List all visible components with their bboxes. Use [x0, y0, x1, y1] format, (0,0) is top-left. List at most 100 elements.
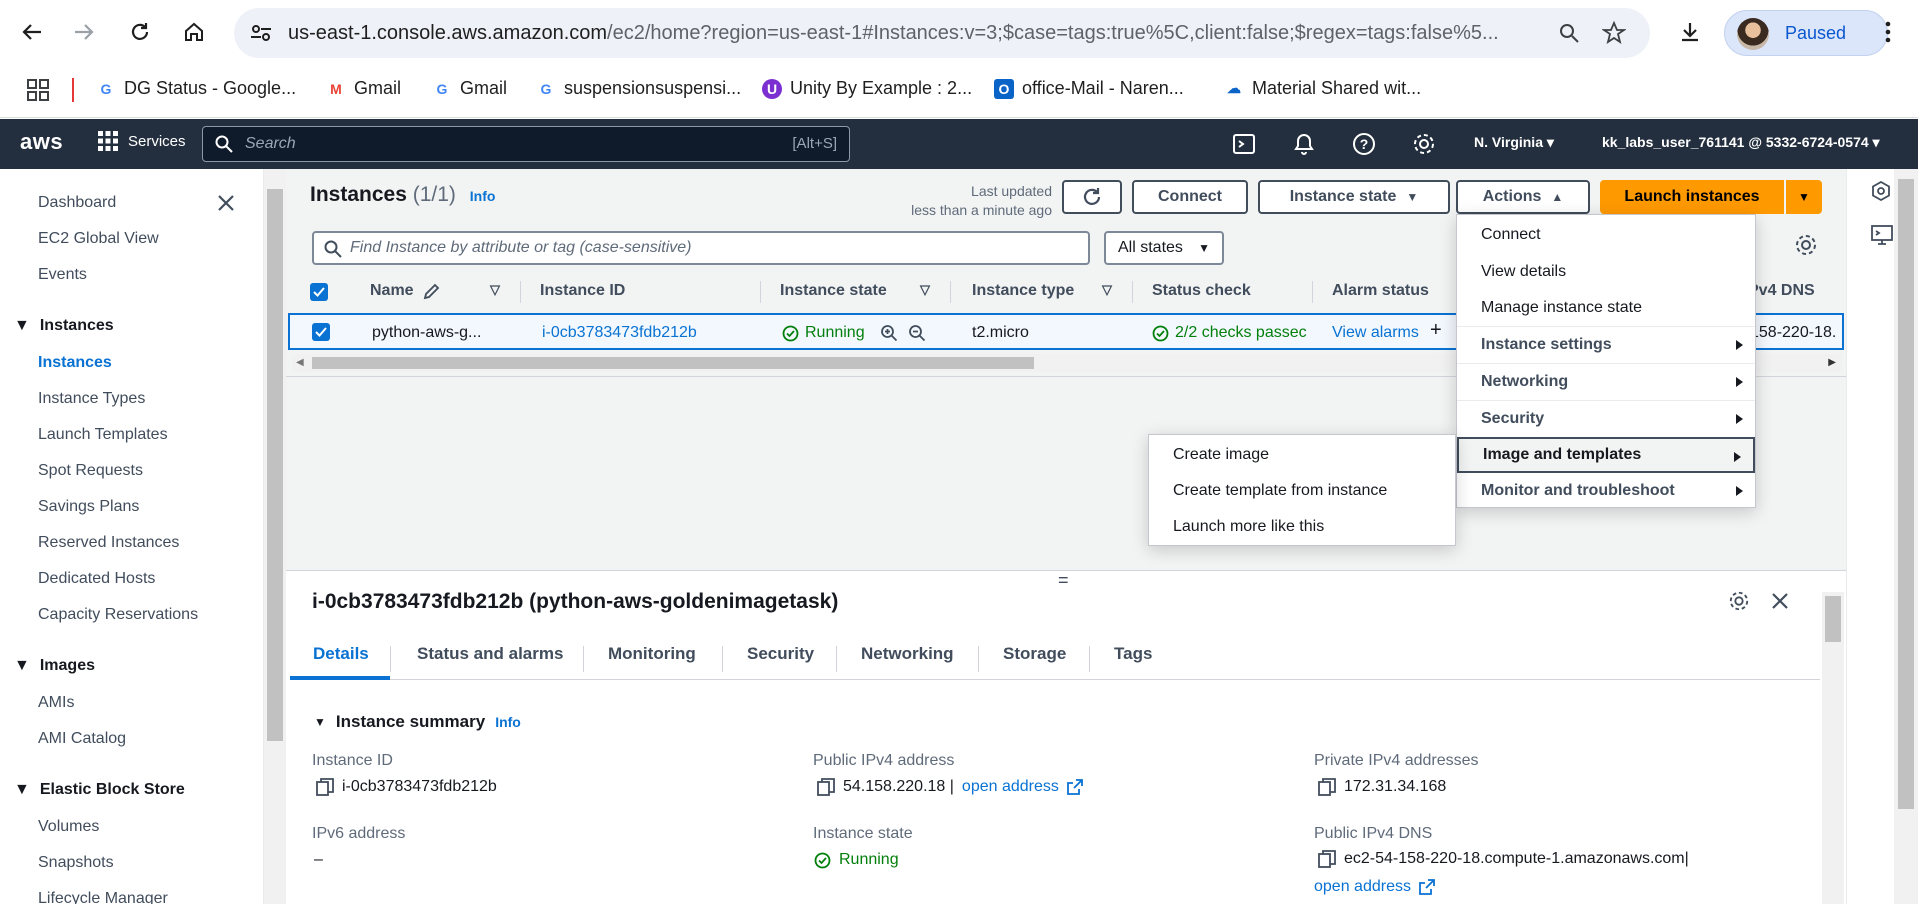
bell-icon[interactable] — [1292, 132, 1316, 156]
info-link[interactable]: Info — [495, 714, 521, 730]
menu-item-security[interactable]: Security — [1457, 401, 1755, 437]
menu-item-launch-more[interactable]: Launch more like this — [1149, 509, 1455, 545]
connect-button[interactable]: Connect — [1132, 180, 1248, 214]
resize-handle[interactable]: = — [1058, 570, 1069, 591]
sidebar-item-events[interactable]: Events — [38, 266, 87, 284]
address-bar[interactable]: us-east-1.console.aws.amazon.com/ec2/hom… — [234, 8, 1650, 58]
menu-item-create-image[interactable]: Create image — [1149, 437, 1455, 473]
menu-item-monitor[interactable]: Monitor and troubleshoot — [1457, 473, 1755, 509]
detail-scrollbar[interactable] — [1822, 592, 1844, 904]
tab-details[interactable]: Details — [313, 644, 369, 664]
menu-item-view-details[interactable]: View details — [1457, 254, 1755, 290]
tab-security[interactable]: Security — [747, 644, 814, 664]
tab-status-alarms[interactable]: Status and alarms — [417, 644, 563, 664]
sidebar-item-instances[interactable]: Instances — [38, 354, 112, 372]
hexagon-icon[interactable] — [1871, 181, 1891, 201]
tab-storage[interactable]: Storage — [1003, 644, 1066, 664]
aws-logo[interactable]: aws — [20, 129, 63, 155]
open-address-link-2[interactable]: open address — [1314, 878, 1435, 896]
zoom-icon[interactable] — [1558, 22, 1580, 44]
refresh-button[interactable] — [1062, 180, 1122, 214]
info-link[interactable]: Info — [470, 188, 496, 204]
open-address-link[interactable]: open address — [962, 778, 1059, 796]
sidebar-item-reserved-instances[interactable]: Reserved Instances — [38, 534, 179, 552]
services-menu[interactable]: Services — [98, 131, 186, 151]
row-checkbox[interactable] — [312, 323, 330, 341]
site-settings-icon[interactable] — [248, 20, 274, 46]
back-arrow-icon[interactable] — [14, 14, 50, 50]
bookmark-office-mail[interactable]: Ooffice-Mail - Naren... — [994, 78, 1184, 99]
bookmark-suspension[interactable]: Gsuspensionsuspensi... — [536, 78, 742, 99]
actions-button[interactable]: Actions ▲ — [1456, 180, 1590, 214]
bookmark-unity[interactable]: U Unity By Example : 2... — [762, 78, 972, 99]
view-alarms-link[interactable]: View alarms — [1332, 324, 1419, 342]
tab-networking[interactable]: Networking — [861, 644, 954, 664]
edit-pencil-icon[interactable] — [422, 283, 440, 301]
sidebar-item-launch-templates[interactable]: Launch Templates — [38, 426, 168, 444]
sidebar-item-dashboard[interactable]: Dashboard — [38, 194, 116, 212]
states-filter-select[interactable]: All states ▼ — [1104, 231, 1224, 265]
reload-icon[interactable] — [122, 14, 158, 50]
sort-icon[interactable]: ▽ — [490, 282, 500, 298]
help-icon[interactable]: ? — [1352, 132, 1376, 156]
bookmark-star-icon[interactable] — [1602, 21, 1626, 45]
cloudshell-icon[interactable] — [1232, 132, 1256, 156]
sidebar-item-savings-plans[interactable]: Savings Plans — [38, 498, 139, 516]
instance-summary-header[interactable]: ▼ Instance summary Info — [314, 712, 521, 732]
aws-search-input[interactable]: Search [Alt+S] — [202, 126, 850, 162]
column-header-instance-state[interactable]: Instance state — [780, 282, 887, 300]
sidebar-item-capacity-reservations[interactable]: Capacity Reservations — [38, 606, 198, 624]
bookmark-gmail-2[interactable]: G Gmail — [432, 78, 507, 99]
bookmark-gmail-1[interactable]: M Gmail — [326, 78, 401, 99]
sidebar-item-dedicated-hosts[interactable]: Dedicated Hosts — [38, 570, 155, 588]
launch-dropdown-button[interactable]: ▼ — [1786, 180, 1822, 214]
sidebar-item-ami-catalog[interactable]: AMI Catalog — [38, 730, 126, 748]
bookmark-dg-status[interactable]: G DG Status - Google... — [96, 78, 297, 99]
cell-instance-id-link[interactable]: i-0cb3783473fdb212b — [542, 324, 697, 342]
sort-icon[interactable]: ▽ — [920, 282, 930, 298]
sort-icon[interactable]: ▽ — [1102, 282, 1112, 298]
bookmark-material-shared[interactable]: ☁ Material Shared wit... — [1224, 78, 1421, 99]
zoom-in-icon[interactable] — [880, 324, 898, 342]
forward-arrow-icon[interactable] — [66, 14, 102, 50]
column-header-instance-type[interactable]: Instance type — [972, 282, 1074, 300]
sidebar-item-snapshots[interactable]: Snapshots — [38, 854, 114, 872]
profile-button[interactable]: Paused — [1724, 10, 1888, 56]
settings-gear-icon[interactable] — [1412, 132, 1436, 156]
menu-item-connect[interactable]: Connect — [1457, 217, 1755, 253]
sidebar-item-volumes[interactable]: Volumes — [38, 818, 99, 836]
column-header-status-check[interactable]: Status check — [1152, 282, 1251, 300]
close-sidebar-icon[interactable] — [216, 193, 236, 213]
tab-tags[interactable]: Tags — [1114, 644, 1152, 664]
sidebar-section-ebs[interactable]: ▼ Elastic Block Store — [14, 781, 185, 799]
zoom-out-icon[interactable] — [908, 324, 926, 342]
apps-grid-icon[interactable] — [26, 78, 50, 102]
menu-item-manage-state[interactable]: Manage instance state — [1457, 290, 1755, 326]
menu-item-instance-settings[interactable]: Instance settings — [1457, 327, 1755, 363]
launch-instances-button[interactable]: Launch instances — [1600, 180, 1784, 214]
menu-item-networking[interactable]: Networking — [1457, 364, 1755, 400]
column-header-name[interactable]: Name — [370, 282, 414, 300]
menu-item-create-template[interactable]: Create template from instance — [1149, 473, 1455, 509]
sidebar-scrollbar[interactable] — [264, 169, 286, 904]
column-header-instance-id[interactable]: Instance ID — [540, 282, 625, 300]
sidebar-item-instance-types[interactable]: Instance Types — [38, 390, 145, 408]
menu-item-image-and-templates[interactable]: Image and templates — [1457, 437, 1755, 473]
download-icon[interactable] — [1672, 14, 1708, 50]
sidebar-item-lifecycle-manager[interactable]: Lifecycle Manager — [38, 890, 168, 904]
sidebar-section-instances[interactable]: ▼ Instances — [14, 317, 114, 335]
account-menu[interactable]: kk_labs_user_761141 @ 5332-6724-0574 ▾ — [1602, 134, 1880, 151]
monitor-icon[interactable] — [1871, 225, 1893, 245]
detail-settings-gear-icon[interactable] — [1728, 590, 1750, 612]
sidebar-item-amis[interactable]: AMIs — [38, 694, 74, 712]
column-header-alarm-status[interactable]: Alarm status — [1332, 282, 1429, 300]
instance-filter-input[interactable]: Find Instance by attribute or tag (case-… — [312, 231, 1090, 265]
column-header-public-dns[interactable]: Pv4 DNS — [1748, 282, 1815, 300]
page-scrollbar[interactable] — [1894, 169, 1918, 904]
tab-monitoring[interactable]: Monitoring — [608, 644, 696, 664]
instance-state-button[interactable]: Instance state ▼ — [1258, 180, 1450, 214]
more-menu-icon[interactable] — [1870, 14, 1906, 50]
home-icon[interactable] — [176, 14, 212, 50]
close-detail-icon[interactable] — [1770, 591, 1790, 611]
sidebar-item-spot-requests[interactable]: Spot Requests — [38, 462, 143, 480]
